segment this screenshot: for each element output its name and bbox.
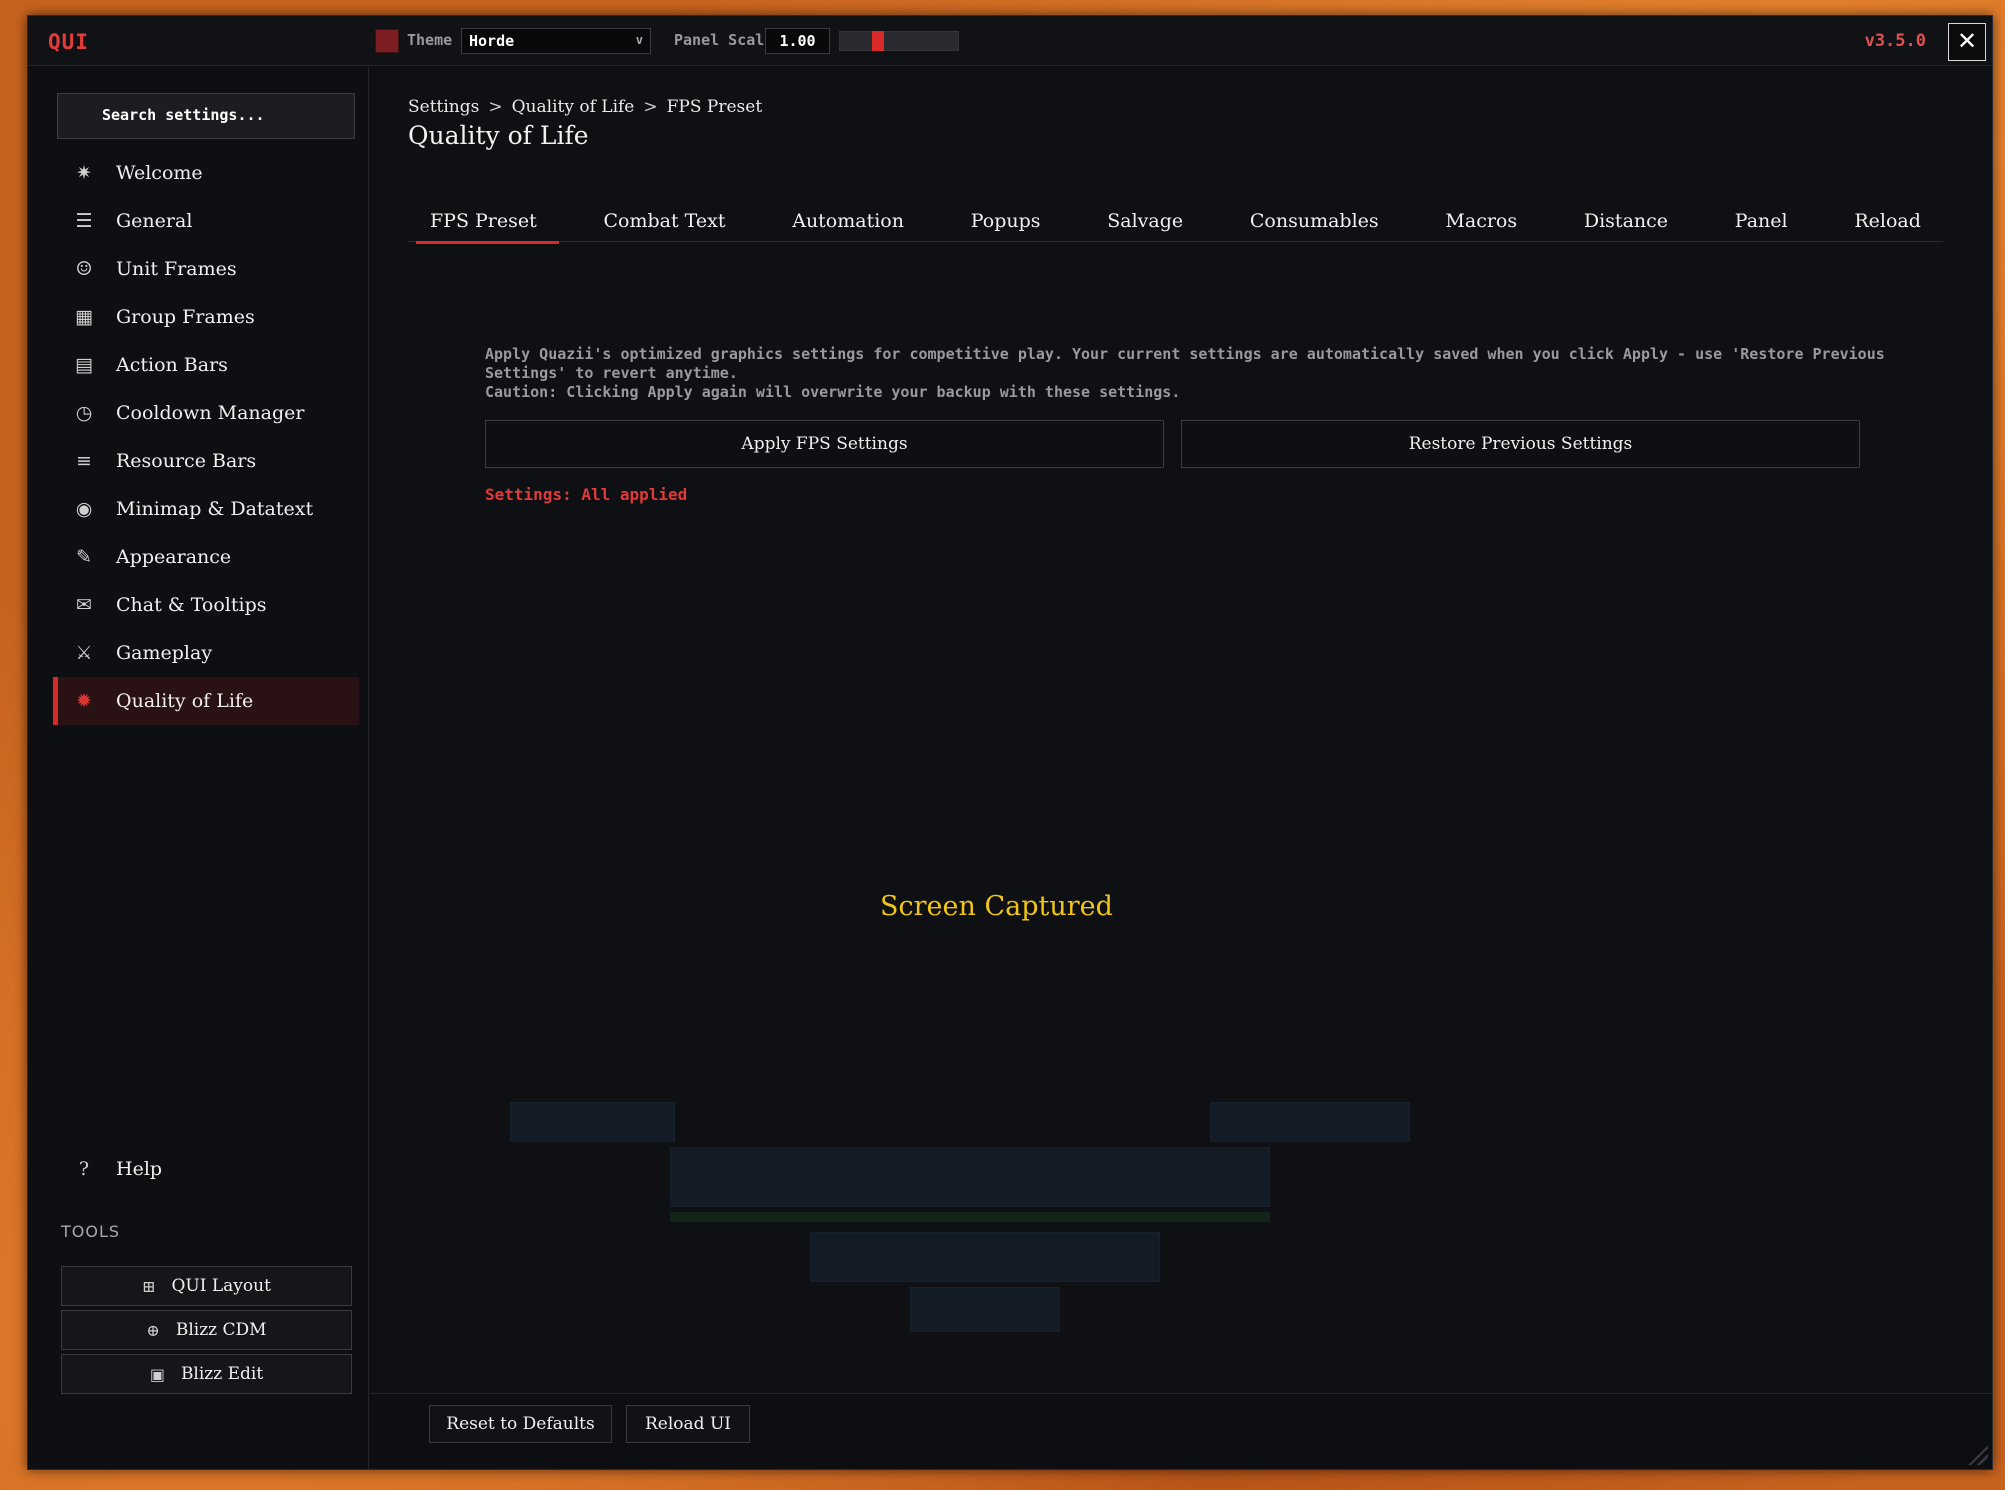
sidebar-item-group-frames[interactable]: ▦ Group Frames	[53, 293, 359, 341]
sidebar-item-gameplay[interactable]: ⚔ Gameplay	[53, 629, 359, 677]
sidebar-item-chat-tooltips[interactable]: ✉ Chat & Tooltips	[53, 581, 359, 629]
sidebar-item-label: Group Frames	[116, 306, 255, 328]
sidebar-item-label: Action Bars	[116, 354, 228, 376]
sidebar-item-general[interactable]: ☰ General	[53, 197, 359, 245]
sidebar-item-action-bars[interactable]: ▤ Action Bars	[53, 341, 359, 389]
qui-layout-button[interactable]: ⊞ QUI Layout	[61, 1266, 352, 1306]
qui-settings-window: QUI Theme Horde v Panel Scale: 1.00 v3.5…	[27, 15, 1993, 1470]
theme-color-swatch[interactable]	[375, 29, 399, 53]
sidebar-help: ? Help	[53, 1145, 359, 1193]
sidebar-item-unit-frames[interactable]: ☺ Unit Frames	[53, 245, 359, 293]
chevron-down-icon: v	[635, 33, 643, 47]
theme-label: Theme	[407, 31, 453, 49]
tools-heading: TOOLS	[61, 1222, 121, 1241]
tab-macros[interactable]: Macros	[1423, 202, 1539, 242]
panel-scale-input[interactable]: 1.00	[765, 28, 830, 54]
description-line: Apply Quazii's optimized graphics settin…	[485, 345, 1885, 382]
breadcrumb-separator: >	[643, 97, 658, 117]
breadcrumb-item[interactable]: Quality of Life	[512, 97, 635, 117]
tab-automation[interactable]: Automation	[770, 202, 926, 242]
action-bars-icon: ▤	[75, 354, 93, 376]
resource-bars-icon: ≡	[76, 450, 92, 472]
sidebar-item-cooldown-manager[interactable]: ◷ Cooldown Manager	[53, 389, 359, 437]
version-label: v3.5.0	[1864, 31, 1926, 51]
sidebar-item-label: Cooldown Manager	[116, 402, 305, 424]
breadcrumb-item[interactable]: Settings	[408, 97, 479, 117]
compass-icon: ✷	[76, 162, 92, 184]
panel-scale-slider[interactable]	[839, 31, 959, 51]
sidebar-item-label: Welcome	[116, 162, 203, 184]
status-text: Settings: All applied	[485, 485, 688, 504]
sliders-icon: ☰	[75, 210, 93, 232]
tool-label: QUI Layout	[171, 1276, 271, 1296]
sidebar-item-resource-bars[interactable]: ≡ Resource Bars	[53, 437, 359, 485]
screen-captured-message: Screen Captured	[880, 891, 1113, 922]
page-title: Quality of Life	[408, 121, 589, 150]
brush-icon: ✎	[76, 546, 92, 568]
blizz-edit-button[interactable]: ▣ Blizz Edit	[61, 1354, 352, 1394]
background-game-hud	[510, 1102, 1410, 1352]
chat-icon: ✉	[76, 594, 92, 616]
layout-icon: ⊞	[142, 1276, 156, 1296]
breadcrumb-separator: >	[488, 97, 503, 117]
sidebar-item-minimap-datatext[interactable]: ◉ Minimap & Datatext	[53, 485, 359, 533]
sidebar-item-label: Minimap & Datatext	[116, 498, 314, 520]
tab-panel[interactable]: Panel	[1713, 202, 1810, 242]
help-icon: ?	[78, 1158, 90, 1180]
tab-popups[interactable]: Popups	[949, 202, 1063, 242]
blizz-cdm-button[interactable]: ⊕ Blizz CDM	[61, 1310, 352, 1350]
breadcrumb-item: FPS Preset	[666, 97, 763, 117]
reload-ui-button[interactable]: Reload UI	[626, 1405, 750, 1443]
top-bar: QUI Theme Horde v Panel Scale: 1.00 v3.5…	[28, 16, 1992, 66]
user-icon: ☺	[75, 258, 93, 280]
close-button[interactable]: ✕	[1948, 23, 1986, 61]
sidebar: Search settings... ✷ Welcome ☰ General ☺ Unit…	[28, 67, 369, 1469]
resize-handle[interactable]	[1966, 1443, 1988, 1465]
sidebar-item-appearance[interactable]: ✎ Appearance	[53, 533, 359, 581]
tool-label: Blizz CDM	[175, 1320, 267, 1340]
group-icon: ▦	[75, 306, 93, 328]
tool-label: Blizz Edit	[180, 1364, 264, 1384]
main-content: Settings > Quality of Life > FPS Preset Qual…	[370, 67, 1992, 1469]
search-input[interactable]: Search settings...	[57, 93, 355, 139]
app-logo: QUI	[48, 30, 89, 54]
gear-icon: ✹	[76, 690, 92, 712]
tab-fps-preset[interactable]: FPS Preset	[408, 202, 559, 244]
minimap-icon: ◉	[75, 498, 93, 520]
theme-dropdown[interactable]: Horde v	[461, 28, 651, 54]
theme-dropdown-value: Horde	[469, 32, 515, 50]
sidebar-nav: ✷ Welcome ☰ General ☺ Unit Frames ▦ Group Frame…	[53, 149, 359, 725]
sidebar-item-label: Appearance	[116, 546, 232, 568]
sidebar-item-label: General	[116, 210, 193, 232]
sidebar-item-label: Gameplay	[116, 642, 213, 664]
tab-salvage[interactable]: Salvage	[1085, 202, 1205, 242]
tab-consumables[interactable]: Consumables	[1228, 202, 1401, 242]
apply-fps-button[interactable]: Apply FPS Settings	[485, 420, 1164, 468]
tab-bar: FPS Preset Combat Text Automation Popups Sal…	[408, 202, 1943, 244]
tab-reload[interactable]: Reload	[1832, 202, 1943, 242]
sidebar-item-label: Unit Frames	[116, 258, 237, 280]
fps-description: Apply Quazii's optimized graphics settin…	[485, 345, 1885, 402]
description-line: Caution: Clicking Apply again will overw…	[485, 383, 1181, 401]
slider-thumb[interactable]	[872, 31, 884, 51]
tab-distance[interactable]: Distance	[1562, 202, 1690, 242]
swords-icon: ⚔	[75, 642, 93, 664]
sidebar-item-label: Help	[116, 1158, 163, 1180]
edit-mode-icon: ▣	[149, 1364, 165, 1384]
close-icon: ✕	[1956, 27, 1978, 55]
cooldown-icon: ◷	[75, 402, 93, 424]
restore-settings-button[interactable]: Restore Previous Settings	[1181, 420, 1860, 468]
footer-bar: Reset to Defaults Reload UI	[370, 1393, 1992, 1469]
sidebar-item-label: Resource Bars	[116, 450, 257, 472]
sidebar-item-label: Chat & Tooltips	[116, 594, 267, 616]
reset-defaults-button[interactable]: Reset to Defaults	[429, 1405, 612, 1443]
sidebar-item-welcome[interactable]: ✷ Welcome	[53, 149, 359, 197]
sidebar-item-help[interactable]: ? Help	[53, 1145, 359, 1193]
tab-combat-text[interactable]: Combat Text	[582, 202, 748, 242]
breadcrumb: Settings > Quality of Life > FPS Preset	[408, 97, 762, 117]
sidebar-item-quality-of-life[interactable]: ✹ Quality of Life	[53, 677, 359, 725]
sidebar-item-label: Quality of Life	[116, 690, 254, 712]
cdm-icon: ⊕	[146, 1320, 160, 1340]
